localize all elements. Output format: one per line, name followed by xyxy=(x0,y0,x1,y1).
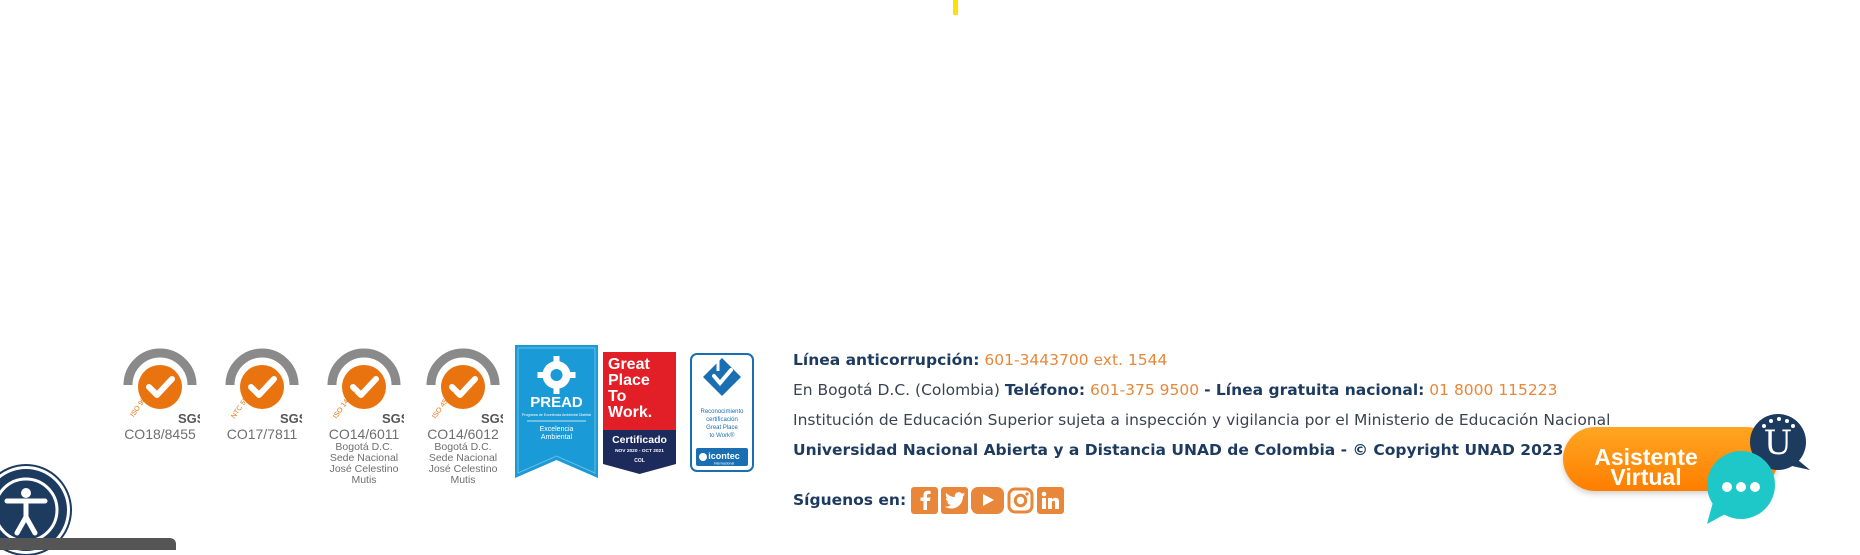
bogota-prefix: En Bogotá D.C. (Colombia) xyxy=(793,381,1000,399)
svg-text:Great: Great xyxy=(608,356,650,373)
tollfree-phone-link[interactable]: 01 8000 115223 xyxy=(1429,381,1557,399)
svg-text:COL: COL xyxy=(634,458,645,464)
svg-text:Excelencia: Excelencia xyxy=(540,426,574,433)
svg-text:Programa de Excelencia Ambient: Programa de Excelencia Ambiental Distrit… xyxy=(522,413,591,417)
tollfree-label: - Línea gratuita nacional: xyxy=(1204,381,1425,399)
facebook-icon[interactable] xyxy=(911,486,939,514)
svg-text:NOV 2020 - OCT 2021: NOV 2020 - OCT 2021 xyxy=(615,448,664,454)
svg-text:Great Place: Great Place xyxy=(706,425,738,431)
great-place-to-work-badge: Great Place To Work. Certificado NOV 202… xyxy=(603,352,676,474)
svg-text:SGS: SGS xyxy=(178,411,200,426)
assistant-label: Asistente Virtual xyxy=(1571,446,1721,490)
svg-text:certificación: certificación xyxy=(706,417,738,423)
copyright-text: Universidad Nacional Abierta y a Distanc… xyxy=(793,441,1564,459)
icontec-badge: Reconocimiento certificación Great Place… xyxy=(690,353,754,472)
svg-text:Place: Place xyxy=(608,372,650,389)
svg-text:Certificado: Certificado xyxy=(612,434,667,446)
phone-label: Teléfono: xyxy=(1004,381,1086,399)
cert-code: CO14/6011 xyxy=(328,426,400,442)
cert-location: José Celestino Mutis xyxy=(428,463,498,486)
linkedin-icon[interactable] xyxy=(1037,486,1065,514)
sgs-seal-icon: SGS ISO 45001 xyxy=(426,348,503,426)
cert-sgs-iso9001: SGS ISO 9001 CO18/8455 xyxy=(112,345,208,442)
svg-text:PREAD: PREAD xyxy=(530,394,583,411)
social-links: Síguenos en: xyxy=(793,484,1065,516)
sgs-seal-icon: SGS ISO 9001 xyxy=(123,348,200,426)
phone-line: En Bogotá D.C. (Colombia) Teléfono: 601-… xyxy=(793,378,1593,408)
contact-info: Línea anticorrupción: 601-3443700 ext. 1… xyxy=(793,348,1611,468)
instagram-icon[interactable] xyxy=(1007,487,1034,514)
pread-badge: PREAD Programa de Excelencia Ambiental D… xyxy=(515,345,598,478)
cert-code: CO17/7811 xyxy=(226,426,298,442)
sgs-seal-icon: SGS ISO 14001 xyxy=(327,348,404,426)
anticorruption-label: Línea anticorrupción: xyxy=(793,351,980,369)
twitter-icon[interactable] xyxy=(941,486,969,514)
cert-code: CO14/6012 xyxy=(427,426,499,442)
sgs-seal-icon: SGS NTC 5555 xyxy=(225,348,302,426)
svg-text:SGS: SGS xyxy=(382,411,404,426)
cert-sgs-iso45001: SGS ISO 45001 CO14/6012 Bogotá D.C. Sede… xyxy=(415,345,511,486)
top-accent-mark xyxy=(953,0,958,15)
copyright-line: Universidad Nacional Abierta y a Distanc… xyxy=(793,438,1593,468)
follow-label: Síguenos en: xyxy=(793,491,907,509)
svg-text:icontec: icontec xyxy=(708,451,740,461)
assistant-label-line2: Virtual xyxy=(1610,464,1682,490)
svg-text:SGS: SGS xyxy=(280,411,302,426)
svg-text:SGS: SGS xyxy=(481,411,503,426)
svg-text:internacional: internacional xyxy=(714,462,735,466)
cert-sgs-ntc5555: SGS NTC 5555 CO17/7811 xyxy=(214,345,310,442)
virtual-assistant-button[interactable]: Asistente Virtual U xyxy=(1563,412,1823,524)
svg-text:to Work®: to Work® xyxy=(710,432,736,439)
youtube-icon[interactable] xyxy=(971,486,1005,514)
anticorruption-line: Línea anticorrupción: 601-3443700 ext. 1… xyxy=(793,348,1593,378)
svg-text:Ambiental: Ambiental xyxy=(541,434,573,441)
chat-bubble-icon xyxy=(1707,451,1775,524)
cert-sgs-iso14001: SGS ISO 14001 CO14/6011 Bogotá D.C. Sede… xyxy=(316,345,412,486)
institution-text: Institución de Educación Superior sujeta… xyxy=(793,411,1611,429)
accessibility-tooltip xyxy=(0,538,176,550)
anticorruption-phone-link[interactable]: 601-3443700 ext. 1544 xyxy=(984,351,1167,369)
svg-text:Reconocimiento: Reconocimiento xyxy=(700,409,744,415)
svg-text:Work.: Work. xyxy=(608,404,652,421)
phone-link[interactable]: 601-375 9500 xyxy=(1090,381,1199,399)
cert-code: CO18/8455 xyxy=(124,426,196,442)
svg-text:To: To xyxy=(608,388,627,405)
cert-location: José Celestino Mutis xyxy=(329,463,399,486)
